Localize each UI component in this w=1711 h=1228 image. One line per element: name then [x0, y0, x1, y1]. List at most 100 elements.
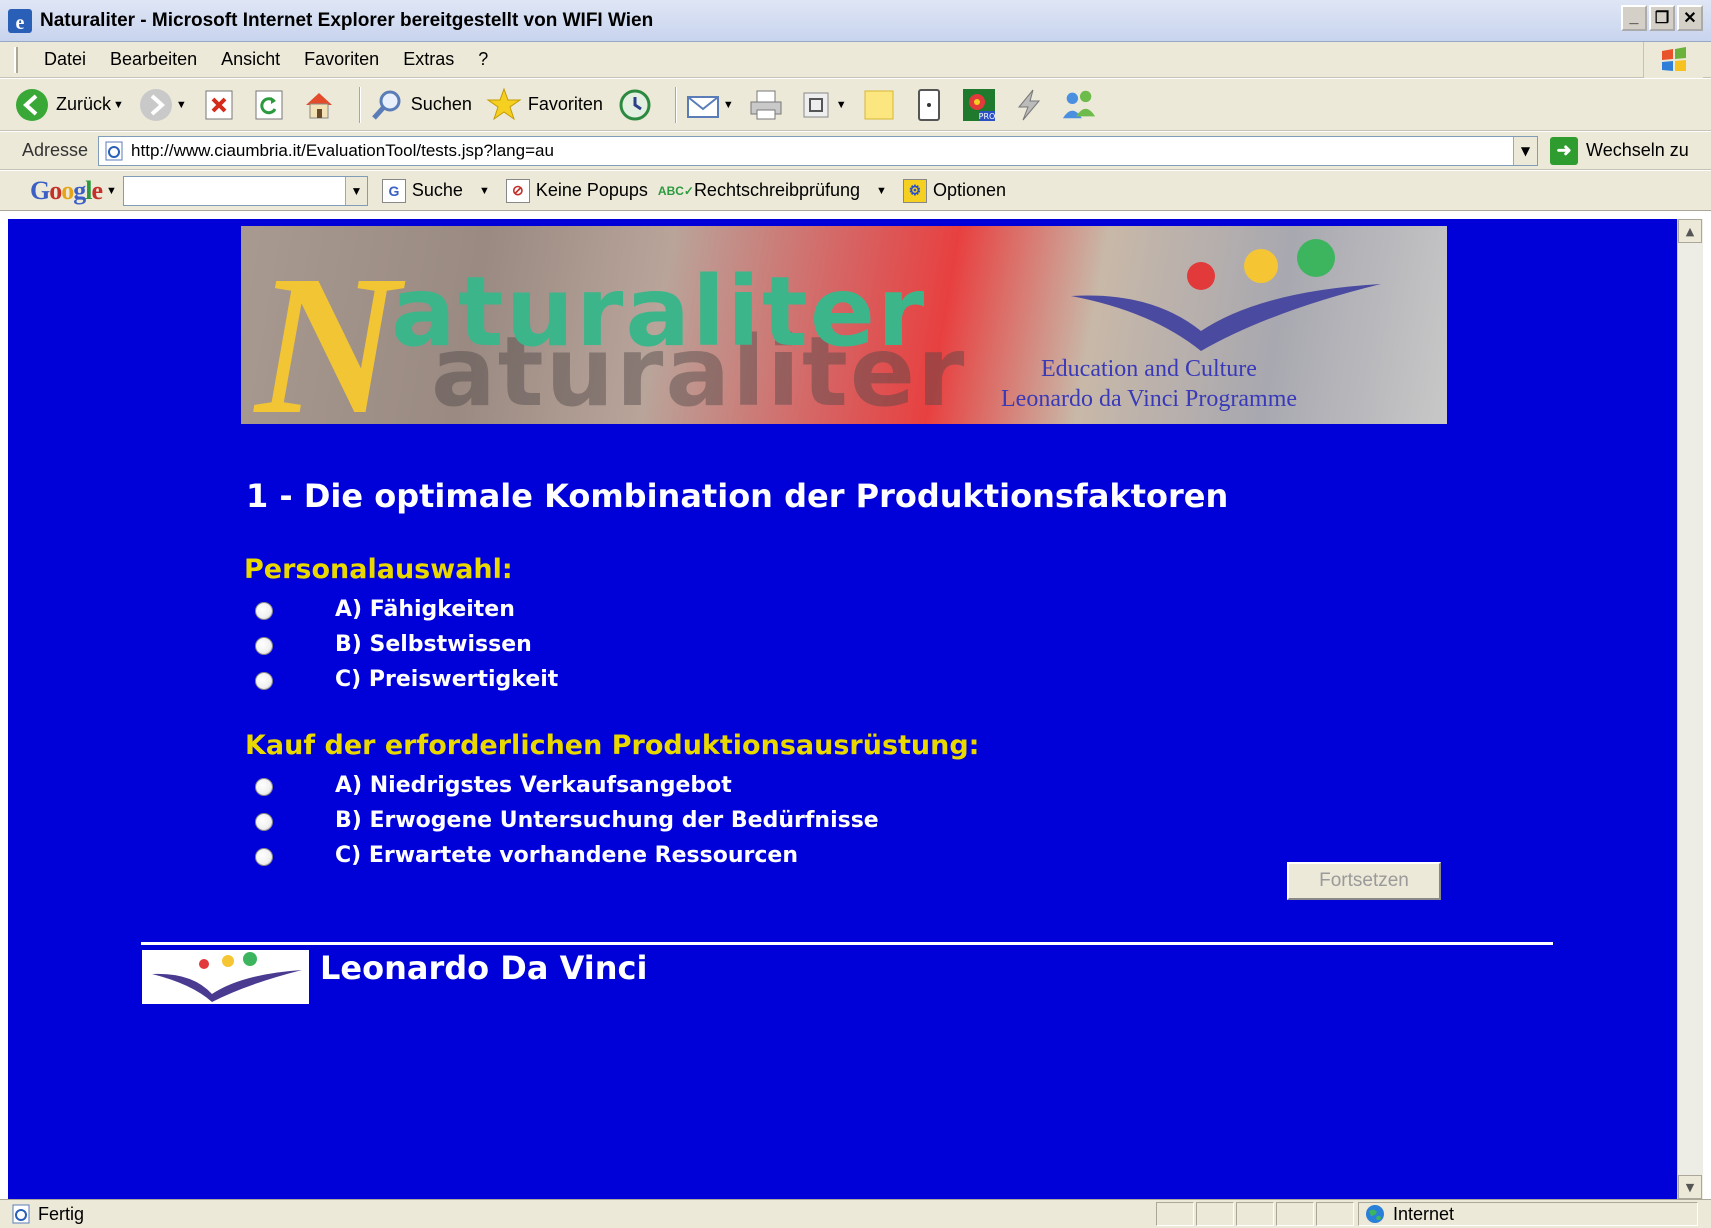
chevron-down-icon[interactable]: ▼	[479, 185, 490, 197]
naturaliter-banner: N aturaliter aturaliter Education and Cu…	[241, 226, 1447, 424]
option-row[interactable]: A) Niedrigstes Verkaufsangebot	[255, 773, 732, 798]
flower-pro-icon: PRO	[961, 87, 997, 123]
stop-button[interactable]	[201, 87, 237, 123]
restore-button[interactable]: ❐	[1649, 5, 1675, 31]
menu-extras[interactable]: Extras	[391, 49, 466, 70]
status-panels	[1156, 1202, 1356, 1226]
option-label[interactable]: A) Niedrigstes Verkaufsangebot	[335, 773, 732, 798]
option-row[interactable]: A) Fähigkeiten	[255, 597, 515, 622]
google-toolbar: Google ▼ ▼ G Suche ▼ ⊘ Keine Popups ABC✓…	[0, 171, 1711, 211]
option-row[interactable]: C) Preiswertigkeit	[255, 667, 558, 692]
notes-button[interactable]	[861, 87, 897, 123]
home-button[interactable]	[301, 87, 337, 123]
radio-button[interactable]	[255, 602, 273, 620]
options-icon: ⚙	[902, 178, 927, 203]
options-label: Optionen	[932, 180, 1006, 200]
edit-button[interactable]: ▼	[798, 87, 847, 123]
banner-line-2: Leonardo da Vinci Programme	[1001, 386, 1298, 412]
favorites-button[interactable]: Favoriten	[486, 87, 603, 123]
radio-button[interactable]	[255, 637, 273, 655]
forward-arrow-icon	[138, 87, 174, 123]
toolbar-separator	[674, 86, 677, 123]
google-search-button[interactable]: G Suche ▼	[381, 178, 490, 203]
search-button[interactable]: Suchen	[369, 87, 472, 123]
google-logo[interactable]: Google	[30, 175, 103, 206]
security-zone-label: Internet	[1393, 1203, 1455, 1224]
google-logo-letter: o	[49, 175, 62, 205]
close-button[interactable]: ✕	[1677, 5, 1703, 31]
back-arrow-icon	[14, 87, 50, 123]
ie-icon: e	[8, 8, 32, 34]
refresh-button[interactable]	[251, 87, 287, 123]
popup-blocker-icon: ⊘	[505, 178, 530, 203]
address-input[interactable]: http://www.ciaumbria.it/EvaluationTool/t…	[98, 135, 1539, 166]
option-row[interactable]: B) Selbstwissen	[255, 632, 532, 657]
menu-help[interactable]: ?	[466, 49, 500, 70]
go-button[interactable]: ➜ Wechseln zu	[1550, 136, 1689, 165]
spellcheck-icon: ABC✓	[657, 183, 694, 198]
option-label[interactable]: B) Erwogene Untersuchung der Bedürfnisse	[335, 808, 879, 833]
section-title-personnel: Personalauswahl:	[244, 554, 513, 585]
status-panel	[1316, 1202, 1354, 1226]
mail-icon	[685, 87, 721, 123]
radio-button[interactable]	[255, 813, 273, 831]
option-row[interactable]: B) Erwogene Untersuchung der Bedürfnisse	[255, 808, 879, 833]
footer-program-name: Leonardo Da Vinci	[320, 949, 648, 987]
vertical-scrollbar[interactable]: ▲ ▼	[1677, 219, 1703, 1199]
security-zone[interactable]: Internet	[1358, 1202, 1698, 1226]
eu-bird-logo-icon	[1071, 239, 1381, 351]
chevron-down-icon[interactable]: ▼	[113, 99, 124, 111]
people-icon	[1061, 87, 1097, 123]
status-panel	[1196, 1202, 1234, 1226]
chevron-down-icon[interactable]: ▼	[723, 99, 734, 111]
chevron-down-icon[interactable]: ▼	[176, 99, 187, 111]
popup-blocker-button[interactable]: ⊘ Keine Popups	[505, 178, 648, 203]
go-arrow-icon: ➜	[1550, 136, 1579, 165]
scroll-up-icon[interactable]: ▲	[1678, 219, 1702, 243]
home-icon	[301, 87, 337, 123]
note-icon	[861, 87, 897, 123]
address-bar: Adresse http://www.ciaumbria.it/Evaluati…	[0, 132, 1711, 170]
refresh-icon	[251, 87, 287, 123]
address-dropdown-icon[interactable]: ▼	[1513, 136, 1538, 165]
mail-button[interactable]: ▼	[685, 87, 734, 123]
option-label[interactable]: B) Selbstwissen	[335, 632, 532, 657]
forward-button[interactable]: ▼	[138, 87, 187, 123]
radio-button[interactable]	[255, 672, 273, 690]
spellcheck-button[interactable]: ABC✓ Rechtschreibprüfung ▼	[657, 179, 887, 203]
users-button[interactable]	[1061, 87, 1097, 123]
menu-datei[interactable]: Datei	[32, 49, 98, 70]
menu-favoriten[interactable]: Favoriten	[292, 49, 391, 70]
menu-ansicht[interactable]: Ansicht	[209, 49, 292, 70]
option-label[interactable]: C) Preiswertigkeit	[335, 667, 558, 692]
option-label[interactable]: A) Fähigkeiten	[335, 597, 515, 622]
chevron-down-icon[interactable]: ▼	[106, 185, 117, 197]
google-search-input[interactable]: ▼	[122, 175, 368, 206]
toolbar-grip[interactable]	[14, 46, 18, 73]
addon-pro-button[interactable]: PRO	[961, 87, 997, 123]
radio-button[interactable]	[255, 848, 273, 866]
page-icon	[105, 141, 123, 160]
flash-button[interactable]	[1011, 87, 1047, 123]
leonardo-logo-icon	[142, 950, 309, 1004]
chevron-down-icon[interactable]: ▼	[876, 185, 887, 197]
history-button[interactable]	[617, 87, 653, 123]
address-url[interactable]: http://www.ciaumbria.it/EvaluationTool/t…	[131, 141, 554, 161]
option-row[interactable]: C) Erwartete vorhandene Ressourcen	[255, 843, 798, 868]
status-text: Fertig	[38, 1203, 85, 1224]
google-search-label: Suche	[411, 180, 463, 200]
back-button[interactable]: Zurück ▼	[14, 87, 124, 123]
status-panel	[1236, 1202, 1274, 1226]
chevron-down-icon[interactable]: ▼	[836, 99, 847, 111]
radio-button[interactable]	[255, 778, 273, 796]
options-button[interactable]: ⚙ Optionen	[902, 178, 1006, 203]
chevron-down-icon[interactable]: ▼	[344, 176, 367, 205]
messenger-button[interactable]	[911, 87, 947, 123]
menu-bearbeiten[interactable]: Bearbeiten	[98, 49, 209, 70]
minimize-button[interactable]: _	[1621, 5, 1647, 31]
print-button[interactable]	[748, 87, 784, 123]
scroll-down-icon[interactable]: ▼	[1678, 1175, 1702, 1199]
history-icon	[617, 87, 653, 123]
continue-button[interactable]: Fortsetzen	[1287, 862, 1441, 900]
option-label[interactable]: C) Erwartete vorhandene Ressourcen	[335, 843, 798, 868]
